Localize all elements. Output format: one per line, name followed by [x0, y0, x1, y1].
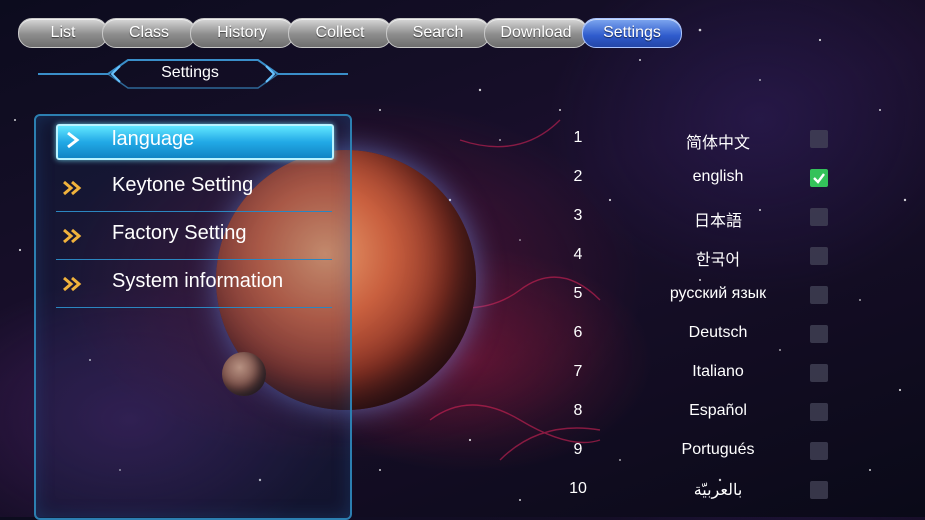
language-name: русский язык — [669, 285, 767, 302]
language-row[interactable]: 9 Portugués — [540, 435, 840, 465]
language-number: 5 — [573, 285, 583, 302]
menu-item-factory-setting[interactable]: Factory Setting — [56, 216, 332, 260]
tab-list-label: List — [50, 24, 76, 41]
language-number: 3 — [573, 207, 583, 224]
language-checkbox[interactable] — [810, 208, 828, 226]
tab-collect-label: Collect — [315, 24, 365, 41]
language-row[interactable]: 3 日本語 — [540, 201, 840, 231]
language-name: english — [692, 168, 744, 185]
menu-item-system-information[interactable]: System information — [56, 264, 332, 308]
language-name: بالعربيّة — [693, 482, 743, 499]
language-checkbox[interactable] — [810, 130, 828, 148]
language-number: 4 — [573, 246, 583, 263]
double-chevron-right-icon — [63, 228, 82, 244]
language-name: 한국어 — [695, 252, 741, 269]
language-name: 日本語 — [693, 213, 742, 230]
language-name: Portugués — [681, 441, 755, 458]
language-checkbox[interactable] — [810, 364, 828, 382]
language-row[interactable]: 6 Deutsch — [540, 318, 840, 348]
language-number: 10 — [569, 480, 587, 497]
tab-search[interactable]: Search — [386, 18, 490, 48]
language-row[interactable]: 1 简体中文 — [540, 123, 840, 153]
double-chevron-right-icon — [63, 180, 82, 196]
language-name: Español — [689, 402, 747, 419]
tab-download[interactable]: Download — [484, 18, 588, 48]
checkmark-icon — [813, 173, 825, 184]
menu-divider — [56, 211, 332, 212]
menu-item-keytone-setting[interactable]: Keytone Setting — [56, 168, 332, 212]
menu-item-label: language — [112, 128, 195, 150]
menu-item-label: Keytone Setting — [112, 174, 254, 196]
tab-class-label: Class — [128, 24, 169, 41]
language-number: 1 — [573, 129, 583, 146]
language-name: 简体中文 — [685, 135, 750, 152]
tab-history[interactable]: History — [190, 18, 294, 48]
language-number: 6 — [573, 324, 583, 341]
language-checkbox-checked[interactable] — [810, 169, 828, 187]
language-checkbox[interactable] — [810, 247, 828, 265]
chevron-right-icon — [67, 131, 80, 149]
language-number: 2 — [573, 168, 583, 185]
tab-settings[interactable]: Settings — [582, 18, 682, 48]
settings-menu-panel: language Keytone Setting Factory Setting… — [34, 114, 352, 520]
language-row[interactable]: 10 بالعربيّة — [540, 474, 840, 504]
language-checkbox[interactable] — [810, 442, 828, 460]
menu-item-language[interactable]: language — [56, 120, 334, 164]
language-checkbox[interactable] — [810, 325, 828, 343]
language-row[interactable]: 2 english — [540, 162, 840, 192]
language-checkbox[interactable] — [810, 481, 828, 499]
language-name: Deutsch — [688, 324, 748, 341]
tab-search-label: Search — [412, 24, 464, 41]
tab-download-label: Download — [500, 24, 572, 41]
language-number: 8 — [573, 402, 583, 419]
tab-list[interactable]: List — [18, 18, 108, 48]
menu-divider — [56, 259, 332, 260]
language-checkbox[interactable] — [810, 286, 828, 304]
top-tab-bar: List Class History Collect Search Downlo… — [18, 18, 682, 48]
double-chevron-right-icon — [63, 276, 82, 292]
language-row[interactable]: 7 Italiano — [540, 357, 840, 387]
menu-divider — [56, 307, 332, 308]
language-row[interactable]: 4 한국어 — [540, 240, 840, 270]
page-title: Settings — [161, 64, 219, 81]
tab-history-label: History — [217, 24, 267, 41]
language-number: 7 — [573, 363, 583, 380]
selection-highlight — [56, 124, 334, 160]
language-number: 9 — [573, 441, 583, 458]
menu-item-label: System information — [112, 270, 284, 292]
language-checkbox[interactable] — [810, 403, 828, 421]
language-row[interactable]: 5 русский язык — [540, 279, 840, 309]
language-name: Italiano — [692, 363, 744, 380]
tab-class[interactable]: Class — [102, 18, 196, 48]
tab-settings-label: Settings — [603, 24, 661, 41]
language-row[interactable]: 8 Español — [540, 396, 840, 426]
menu-item-label: Factory Setting — [112, 222, 247, 244]
tab-collect[interactable]: Collect — [288, 18, 392, 48]
